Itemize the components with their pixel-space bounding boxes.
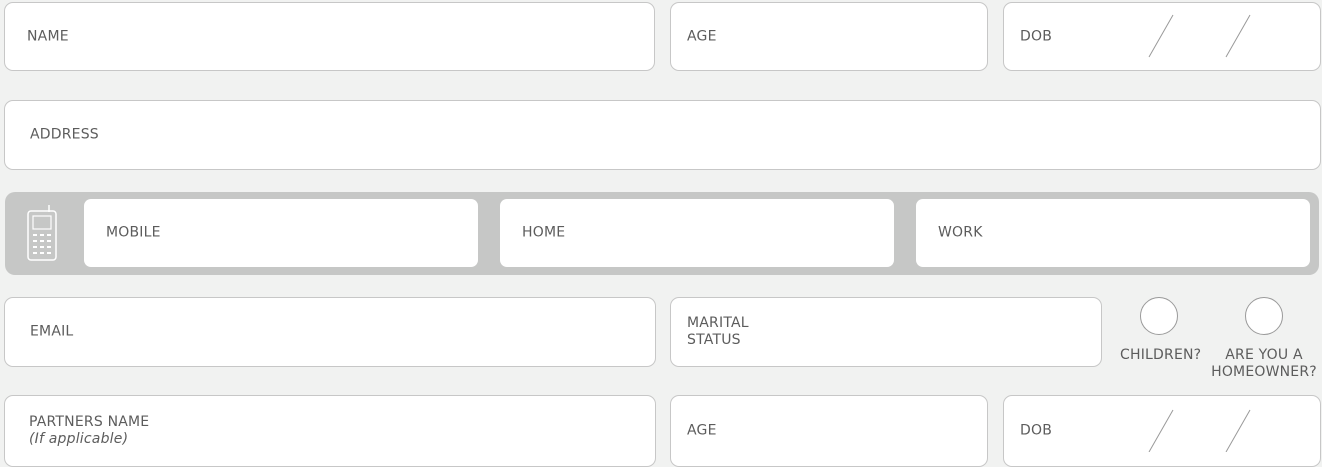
name-label: NAME — [27, 28, 69, 44]
home-label: HOME — [522, 224, 566, 241]
mobile-phone-icon — [27, 205, 57, 261]
home-phone-field[interactable]: HOME — [500, 199, 894, 267]
partners-name-field[interactable]: PARTNERS NAME (If applicable) — [4, 395, 656, 467]
partner-dob-field[interactable]: DOB — [1003, 395, 1321, 467]
date-separator-slash — [1225, 409, 1251, 452]
work-phone-field[interactable]: WORK — [916, 199, 1310, 267]
mobile-label: MOBILE — [106, 224, 161, 241]
date-separator-slash — [1148, 409, 1174, 452]
partner-dob-label: DOB — [1020, 422, 1053, 439]
partner-age-label: AGE — [687, 422, 717, 439]
email-label: EMAIL — [30, 323, 74, 340]
children-checkbox[interactable] — [1140, 297, 1178, 335]
date-separator-slash — [1225, 14, 1251, 58]
marital-status-label: MARITAL STATUS — [687, 315, 749, 348]
email-field[interactable]: EMAIL — [4, 297, 656, 367]
work-label: WORK — [938, 224, 983, 241]
children-label: CHILDREN? — [1120, 347, 1202, 363]
mobile-field[interactable]: MOBILE — [84, 199, 478, 267]
partner-age-field[interactable]: AGE — [670, 395, 988, 467]
homeowner-label: ARE YOU A HOMEOWNER? — [1211, 347, 1317, 380]
name-field[interactable]: NAME — [4, 2, 655, 71]
address-field[interactable]: ADDRESS — [4, 100, 1321, 170]
marital-status-field[interactable]: MARITAL STATUS — [670, 297, 1102, 367]
homeowner-checkbox[interactable] — [1245, 297, 1283, 335]
phone-numbers-group: MOBILE HOME WORK — [5, 192, 1319, 275]
date-separator-slash — [1148, 14, 1174, 58]
dob-label: DOB — [1020, 28, 1053, 44]
partners-name-label: PARTNERS NAME (If applicable) — [29, 414, 150, 447]
address-label: ADDRESS — [30, 126, 99, 143]
age-label: AGE — [687, 28, 717, 44]
age-field[interactable]: AGE — [670, 2, 988, 71]
dob-field[interactable]: DOB — [1003, 2, 1321, 71]
